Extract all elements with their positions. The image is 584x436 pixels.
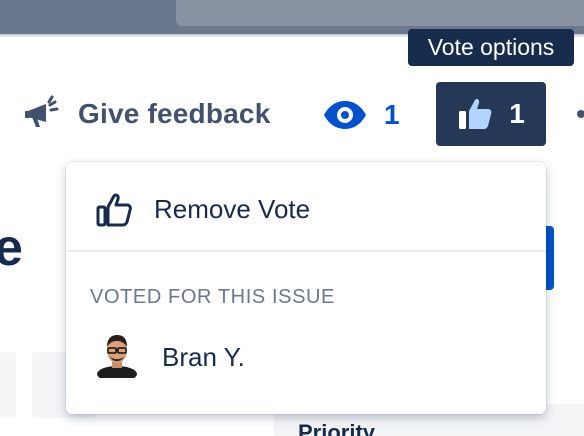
thumbs-up-icon bbox=[96, 193, 132, 227]
give-feedback-button[interactable]: Give feedback bbox=[24, 92, 270, 136]
voters-section-title: VOTED FOR THIS ISSUE bbox=[90, 286, 335, 308]
watch-button[interactable]: 1 bbox=[322, 90, 400, 140]
give-feedback-label: Give feedback bbox=[78, 98, 271, 129]
priority-label: Priority bbox=[298, 420, 376, 436]
issue-view: Vote options Give feedback 1 1 e Priorit… bbox=[0, 0, 584, 436]
menu-divider bbox=[66, 250, 546, 252]
watcher-count: 1 bbox=[384, 99, 400, 130]
vote-options-dropdown: Remove Vote VOTED FOR THIS ISSUE Bran Y. bbox=[66, 162, 546, 414]
megaphone-icon bbox=[25, 95, 59, 127]
more-actions-icon[interactable] bbox=[574, 104, 584, 124]
global-search-bar[interactable] bbox=[176, 0, 584, 26]
thumbs-up-icon bbox=[459, 99, 492, 129]
voter-name: Bran Y. bbox=[162, 342, 245, 372]
remove-vote-label: Remove Vote bbox=[154, 194, 311, 224]
issue-title-fragment: e bbox=[0, 219, 23, 277]
vote-options-tooltip: Vote options bbox=[408, 29, 574, 66]
eye-icon bbox=[324, 101, 366, 129]
remove-vote-menu-item[interactable]: Remove Vote bbox=[66, 162, 546, 250]
voter-list-item[interactable]: Bran Y. bbox=[66, 326, 546, 390]
attach-button[interactable] bbox=[0, 352, 16, 418]
vote-options-button[interactable]: 1 bbox=[436, 82, 546, 146]
vote-count: 1 bbox=[509, 98, 525, 129]
user-avatar bbox=[97, 335, 137, 378]
